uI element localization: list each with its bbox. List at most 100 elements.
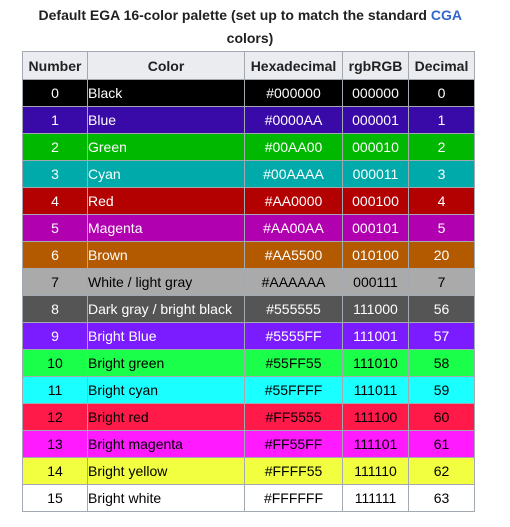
cell-decimal: 56 bbox=[408, 295, 475, 323]
cell-hexadecimal: #AAAAAA bbox=[244, 268, 343, 296]
cell-color-name: Bright green bbox=[87, 349, 245, 377]
table-row: 13 Bright magenta #FF55FF 111101 61 bbox=[22, 430, 475, 458]
cell-hexadecimal: #55FFFF bbox=[244, 376, 343, 404]
cell-decimal: 61 bbox=[408, 430, 475, 458]
table-row: 6 Brown #AA5500 010100 20 bbox=[22, 241, 475, 269]
cell-hexadecimal: #000000 bbox=[244, 79, 343, 107]
table-row: 3 Cyan #00AAAA 000011 3 bbox=[22, 160, 475, 188]
cell-decimal: 2 bbox=[408, 133, 475, 161]
cell-number: 12 bbox=[22, 403, 88, 431]
cga-link[interactable]: CGA bbox=[431, 7, 462, 23]
cell-hexadecimal: #FFFF55 bbox=[244, 457, 343, 485]
cell-hexadecimal: #0000AA bbox=[244, 106, 343, 134]
cell-number: 15 bbox=[22, 484, 88, 512]
cell-color-name: Brown bbox=[87, 241, 245, 269]
cell-color-name: Bright yellow bbox=[87, 457, 245, 485]
cell-decimal: 63 bbox=[408, 484, 475, 512]
cell-decimal: 1 bbox=[408, 106, 475, 134]
cell-rgbrgb: 000101 bbox=[342, 214, 409, 242]
cell-decimal: 3 bbox=[408, 160, 475, 188]
cell-number: 2 bbox=[22, 133, 88, 161]
cell-rgbrgb: 111100 bbox=[342, 403, 409, 431]
cell-decimal: 58 bbox=[408, 349, 475, 377]
cell-hexadecimal: #555555 bbox=[244, 295, 343, 323]
cell-number: 8 bbox=[22, 295, 88, 323]
cell-decimal: 7 bbox=[408, 268, 475, 296]
cell-number: 11 bbox=[22, 376, 88, 404]
cell-rgbrgb: 000111 bbox=[342, 268, 409, 296]
cell-decimal: 0 bbox=[408, 79, 475, 107]
caption-suffix: colors) bbox=[226, 30, 274, 46]
header-hexadecimal: Hexadecimal bbox=[244, 51, 343, 80]
cell-color-name: White / light gray bbox=[87, 268, 245, 296]
cell-color-name: Bright white bbox=[87, 484, 245, 512]
cell-hexadecimal: #00AA00 bbox=[244, 133, 343, 161]
cell-number: 4 bbox=[22, 187, 88, 215]
cell-color-name: Dark gray / bright black bbox=[87, 295, 245, 323]
table-row: 4 Red #AA0000 000100 4 bbox=[22, 187, 475, 215]
cell-hexadecimal: #AA5500 bbox=[244, 241, 343, 269]
header-row: Number Color Hexadecimal rgbRGB Decimal bbox=[22, 51, 475, 80]
table-row: 2 Green #00AA00 000010 2 bbox=[22, 133, 475, 161]
table-caption: Default EGA 16-color palette (set up to … bbox=[22, 4, 478, 50]
caption-prefix: Default EGA 16-color palette (set up to … bbox=[38, 7, 431, 23]
cell-rgbrgb: 000001 bbox=[342, 106, 409, 134]
cell-rgbrgb: 010100 bbox=[342, 241, 409, 269]
cell-color-name: Green bbox=[87, 133, 245, 161]
table-row: 8 Dark gray / bright black #555555 111000 56 bbox=[22, 295, 475, 323]
cell-decimal: 20 bbox=[408, 241, 475, 269]
cell-hexadecimal: #FF5555 bbox=[244, 403, 343, 431]
cell-color-name: Cyan bbox=[87, 160, 245, 188]
cell-number: 5 bbox=[22, 214, 88, 242]
cell-number: 0 bbox=[22, 79, 88, 107]
table-row: 14 Bright yellow #FFFF55 111110 62 bbox=[22, 457, 475, 485]
cell-hexadecimal: #00AAAA bbox=[244, 160, 343, 188]
cell-color-name: Black bbox=[87, 79, 245, 107]
cell-number: 7 bbox=[22, 268, 88, 296]
cell-rgbrgb: 000100 bbox=[342, 187, 409, 215]
header-number: Number bbox=[22, 51, 88, 80]
header-color: Color bbox=[87, 51, 245, 80]
cell-hexadecimal: #AA0000 bbox=[244, 187, 343, 215]
table-row: 12 Bright red #FF5555 111100 60 bbox=[22, 403, 475, 431]
header-decimal: Decimal bbox=[408, 51, 475, 80]
cell-hexadecimal: #FFFFFF bbox=[244, 484, 343, 512]
table-row: 0 Black #000000 000000 0 bbox=[22, 79, 475, 107]
cell-decimal: 59 bbox=[408, 376, 475, 404]
cell-number: 1 bbox=[22, 106, 88, 134]
cell-number: 14 bbox=[22, 457, 88, 485]
cell-rgbrgb: 111110 bbox=[342, 457, 409, 485]
cell-rgbrgb: 000000 bbox=[342, 79, 409, 107]
cell-rgbrgb: 111101 bbox=[342, 430, 409, 458]
cell-rgbrgb: 111001 bbox=[342, 322, 409, 350]
cell-hexadecimal: #55FF55 bbox=[244, 349, 343, 377]
cell-number: 6 bbox=[22, 241, 88, 269]
cell-hexadecimal: #FF55FF bbox=[244, 430, 343, 458]
cell-rgbrgb: 000011 bbox=[342, 160, 409, 188]
cell-hexadecimal: #5555FF bbox=[244, 322, 343, 350]
cell-rgbrgb: 111000 bbox=[342, 295, 409, 323]
table-row: 5 Magenta #AA00AA 000101 5 bbox=[22, 214, 475, 242]
cell-rgbrgb: 111111 bbox=[342, 484, 409, 512]
cell-decimal: 60 bbox=[408, 403, 475, 431]
cell-color-name: Blue bbox=[87, 106, 245, 134]
cell-color-name: Bright red bbox=[87, 403, 245, 431]
cell-color-name: Red bbox=[87, 187, 245, 215]
ega-palette-table: Number Color Hexadecimal rgbRGB Decimal … bbox=[22, 51, 475, 512]
cell-number: 9 bbox=[22, 322, 88, 350]
cell-number: 13 bbox=[22, 430, 88, 458]
cell-rgbrgb: 111011 bbox=[342, 376, 409, 404]
table-row: 10 Bright green #55FF55 111010 58 bbox=[22, 349, 475, 377]
cell-hexadecimal: #AA00AA bbox=[244, 214, 343, 242]
cell-number: 3 bbox=[22, 160, 88, 188]
cell-rgbrgb: 111010 bbox=[342, 349, 409, 377]
cell-decimal: 62 bbox=[408, 457, 475, 485]
cell-decimal: 57 bbox=[408, 322, 475, 350]
table-row: 7 White / light gray #AAAAAA 000111 7 bbox=[22, 268, 475, 296]
table-row: 15 Bright white #FFFFFF 111111 63 bbox=[22, 484, 475, 512]
cell-color-name: Bright Blue bbox=[87, 322, 245, 350]
table-row: 9 Bright Blue #5555FF 111001 57 bbox=[22, 322, 475, 350]
header-rgbrgb: rgbRGB bbox=[342, 51, 409, 80]
cell-color-name: Magenta bbox=[87, 214, 245, 242]
cell-color-name: Bright magenta bbox=[87, 430, 245, 458]
